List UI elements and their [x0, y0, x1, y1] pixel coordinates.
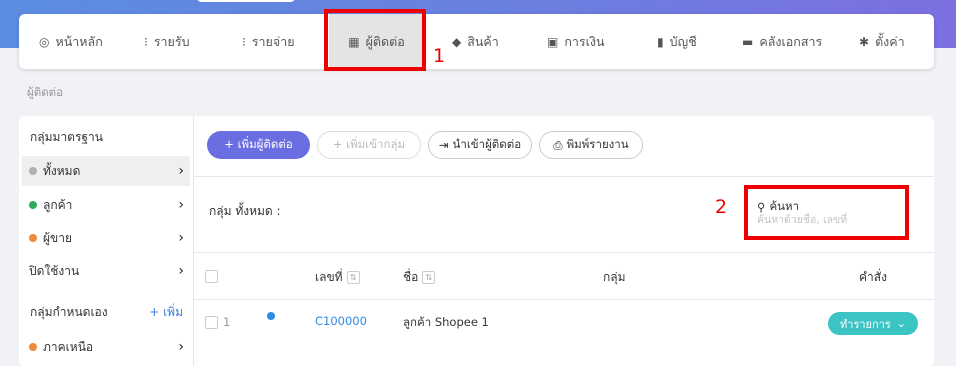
- status-dot: [29, 201, 37, 209]
- custom-groups-title: กลุ่มกำหนดเอง: [30, 305, 108, 319]
- folder-icon: ▬: [742, 34, 754, 49]
- standard-groups-title: กลุ่มมาตรฐาน: [30, 130, 103, 144]
- print-report-button[interactable]: ⎙ พิมพ์รายงาน: [539, 131, 643, 159]
- book-icon: ▮: [657, 34, 664, 49]
- nav-item-documents[interactable]: ▬ คลังเอกสาร: [742, 14, 822, 69]
- header-label: เลขที่: [315, 270, 343, 284]
- nav-item-home[interactable]: ◎ หน้าหลัก: [39, 14, 103, 69]
- row-index: 1: [223, 315, 231, 329]
- box-icon: ◆: [452, 34, 462, 49]
- annotation-box-1: [324, 9, 426, 71]
- chevron-down-icon: ⌄: [896, 317, 906, 330]
- nav-item-accounting[interactable]: ▮ บัญชี: [657, 14, 697, 69]
- select-all-checkbox[interactable]: [205, 270, 218, 283]
- button-label: พิมพ์รายงาน: [566, 137, 629, 151]
- nav-label: การเงิน: [564, 33, 605, 49]
- sort-icon[interactable]: ⇅: [422, 271, 436, 284]
- nav-item-products[interactable]: ◆ สินค้า: [452, 14, 499, 69]
- sidebar-item-label: ทั้งหมด: [43, 163, 81, 178]
- annotation-label-2: 2: [715, 196, 728, 218]
- sort-icon[interactable]: ⇅: [346, 271, 360, 284]
- annotation-label-1: 1: [433, 45, 446, 67]
- import-contacts-button[interactable]: ⇥ นำเข้าผู้ติดต่อ: [428, 131, 532, 159]
- money-icon: ▣: [547, 34, 559, 49]
- import-icon: ⇥: [438, 138, 449, 152]
- chevron-right-icon: ›: [178, 339, 184, 355]
- expense-icon: ⁝: [242, 34, 246, 49]
- column-header-number[interactable]: เลขที่ ⇅: [315, 268, 360, 287]
- chevron-right-icon: ›: [178, 197, 184, 213]
- header-label: ชื่อ: [403, 270, 419, 284]
- button-label: ทำรายการ: [840, 317, 891, 331]
- add-contact-button[interactable]: + เพิ่มผู้ติดต่อ: [207, 131, 310, 159]
- status-dot: [29, 167, 37, 175]
- status-dot: [29, 343, 37, 351]
- group-sidebar: กลุ่มมาตรฐาน ทั้งหมด › ลูกค้า › ผู้ขาย ›…: [19, 116, 194, 366]
- nav-label: คลังเอกสาร: [759, 33, 823, 49]
- nav-label: สินค้า: [467, 33, 499, 49]
- chevron-right-icon: ›: [178, 230, 184, 246]
- gear-icon: ✱: [859, 34, 870, 49]
- sidebar-item-all[interactable]: ทั้งหมด ›: [22, 156, 190, 186]
- dashboard-icon: ◎: [39, 34, 50, 49]
- divider: [194, 252, 934, 253]
- contacts-panel: กลุ่มมาตรฐาน ทั้งหมด › ลูกค้า › ผู้ขาย ›…: [19, 116, 934, 366]
- nav-item-expense[interactable]: ⁝ รายจ่าย: [242, 14, 295, 69]
- nav-label: หน้าหลัก: [55, 33, 103, 49]
- printer-icon: ⎙: [553, 137, 563, 152]
- main-navbar: ◎ หน้าหลัก ⁝ รายรับ ⁝ รายจ่าย ▦ ผู้ติดต่…: [19, 14, 934, 69]
- row-action-button[interactable]: ทำรายการ ⌄: [828, 312, 918, 335]
- sidebar-item-label: ภาคเหนือ: [43, 339, 94, 354]
- chevron-right-icon: ›: [178, 163, 184, 179]
- header-pill: [196, 0, 296, 2]
- nav-label: ตั้งค่า: [875, 33, 905, 49]
- nav-item-settings[interactable]: ✱ ตั้งค่า: [859, 14, 905, 69]
- sidebar-item-label: ผู้ขาย: [43, 230, 73, 245]
- nav-label: บัญชี: [669, 33, 697, 49]
- nav-label: รายรับ: [153, 33, 190, 49]
- status-dot: [29, 234, 37, 242]
- add-group-link[interactable]: + เพิ่ม: [149, 303, 183, 322]
- button-label: นำเข้าผู้ติดต่อ: [452, 137, 522, 151]
- chevron-right-icon: ›: [178, 263, 184, 279]
- current-group-label: กลุ่ม ทั้งหมด :: [209, 204, 281, 218]
- nav-item-income[interactable]: ⁝ รายรับ: [144, 14, 190, 69]
- row-status-dot: [267, 312, 275, 320]
- add-to-group-button[interactable]: + เพิ่มเข้ากลุ่ม: [317, 131, 421, 159]
- divider: [194, 299, 934, 300]
- contact-code-link[interactable]: C100000: [315, 314, 367, 328]
- nav-item-finance[interactable]: ▣ การเงิน: [547, 14, 605, 69]
- annotation-box-2: [744, 185, 909, 240]
- column-header-action: คำสั่ง: [859, 270, 887, 284]
- sidebar-item-north[interactable]: ภาคเหนือ ›: [22, 332, 190, 362]
- column-header-name[interactable]: ชื่อ ⇅: [403, 268, 436, 287]
- sidebar-item-disabled[interactable]: ปิดใช้งาน ›: [22, 256, 190, 286]
- breadcrumb: ผู้ติดต่อ: [27, 85, 64, 99]
- divider: [194, 176, 934, 177]
- income-icon: ⁝: [144, 34, 148, 49]
- row-checkbox[interactable]: [205, 316, 218, 329]
- column-header-group: กลุ่ม: [603, 270, 626, 284]
- contact-name[interactable]: ลูกค้า Shopee 1: [403, 314, 489, 332]
- sidebar-item-label: ปิดใช้งาน: [29, 263, 80, 278]
- sidebar-item-vendors[interactable]: ผู้ขาย ›: [22, 223, 190, 253]
- sidebar-item-customers[interactable]: ลูกค้า ›: [22, 190, 190, 220]
- nav-label: รายจ่าย: [251, 33, 295, 49]
- sidebar-item-label: ลูกค้า: [43, 197, 73, 212]
